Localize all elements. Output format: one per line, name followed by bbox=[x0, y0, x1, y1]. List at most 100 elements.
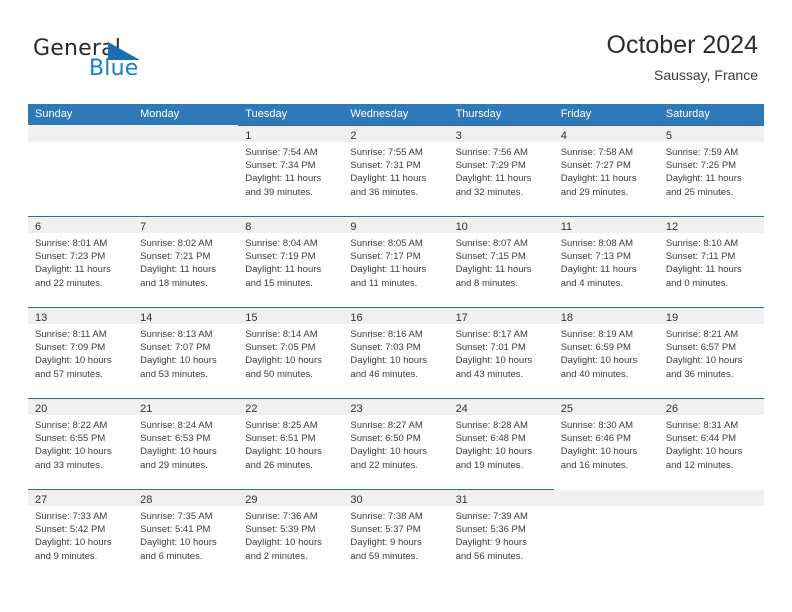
day-cell[interactable]: 26 Sunrise: 8:31 AM Sunset: 6:44 PM Dayligh… bbox=[658, 398, 764, 489]
day-cell[interactable]: 30 Sunrise: 7:38 AM Sunset: 5:37 PM Dayligh… bbox=[343, 489, 449, 580]
daylight-text-line2: and 11 minutes. bbox=[350, 277, 418, 289]
day-details: Sunrise: 8:05 AM Sunset: 7:17 PM Daylight:… bbox=[343, 233, 448, 290]
sunrise-text: Sunrise: 8:21 AM bbox=[665, 329, 739, 340]
day-cell[interactable]: 27 Sunrise: 7:33 AM Sunset: 5:42 PM Dayligh… bbox=[28, 489, 134, 580]
day-number-band: 23 bbox=[343, 399, 449, 415]
sunset-text: Sunset: 7:13 PM bbox=[560, 251, 631, 263]
day-cell[interactable]: 9 Sunrise: 8:05 AM Sunset: 7:17 PM Daylight… bbox=[343, 216, 449, 307]
day-details: Sunrise: 7:56 AM Sunset: 7:29 PM Daylight:… bbox=[449, 142, 554, 199]
general-blue-logo[interactable]: General Blue bbox=[33, 36, 203, 88]
day-cell[interactable]: 15 Sunrise: 8:14 AM Sunset: 7:05 PM Dayligh… bbox=[238, 307, 344, 398]
sunset-text: Sunset: 7:29 PM bbox=[455, 160, 526, 172]
weekday-header-sunday: Sunday bbox=[35, 108, 73, 120]
day-cell[interactable]: 28 Sunrise: 7:35 AM Sunset: 5:41 PM Dayligh… bbox=[133, 489, 239, 580]
sunrise-text: Sunrise: 8:31 AM bbox=[665, 420, 739, 431]
weekday-header-thursday: Thursday bbox=[455, 108, 502, 120]
day-cell[interactable]: 19 Sunrise: 8:21 AM Sunset: 6:57 PM Dayligh… bbox=[658, 307, 764, 398]
day-cell[interactable]: 4 Sunrise: 7:58 AM Sunset: 7:27 PM Daylight… bbox=[553, 125, 659, 216]
weekday-header-wednesday: Wednesday bbox=[350, 108, 409, 120]
daylight-text-line1: Daylight: 11 hours bbox=[350, 173, 427, 185]
daylight-text-line2: and 8 minutes. bbox=[455, 277, 518, 289]
day-number-band: 15 bbox=[238, 308, 344, 324]
day-cell[interactable]: 29 Sunrise: 7:36 AM Sunset: 5:39 PM Dayligh… bbox=[238, 489, 344, 580]
daylight-text-line2: and 18 minutes. bbox=[140, 277, 208, 289]
sunset-text: Sunset: 7:31 PM bbox=[350, 160, 421, 172]
calendar-week-row: 20 Sunrise: 8:22 AM Sunset: 6:55 PM Dayligh… bbox=[28, 398, 764, 489]
sunrise-text: Sunrise: 8:27 AM bbox=[350, 420, 423, 431]
daylight-text-line1: Daylight: 10 hours bbox=[455, 446, 533, 458]
day-cell-empty bbox=[28, 125, 134, 216]
daylight-text-line2: and 22 minutes. bbox=[35, 277, 103, 289]
day-number: 5 bbox=[665, 130, 672, 142]
day-cell[interactable]: 10 Sunrise: 8:07 AM Sunset: 7:15 PM Dayligh… bbox=[448, 216, 554, 307]
sunrise-text: Sunrise: 8:01 AM bbox=[35, 238, 108, 249]
day-number-band: 24 bbox=[448, 399, 554, 415]
day-cell[interactable]: 14 Sunrise: 8:13 AM Sunset: 7:07 PM Dayligh… bbox=[133, 307, 239, 398]
sunset-text: Sunset: 6:50 PM bbox=[350, 433, 421, 445]
day-details: Sunrise: 8:24 AM Sunset: 6:53 PM Daylight:… bbox=[133, 415, 238, 472]
daylight-text-line1: Daylight: 11 hours bbox=[455, 173, 532, 185]
day-number: 20 bbox=[35, 403, 48, 415]
sunrise-text: Sunrise: 8:13 AM bbox=[140, 329, 213, 340]
day-cell[interactable]: 5 Sunrise: 7:59 AM Sunset: 7:25 PM Daylight… bbox=[658, 125, 764, 216]
page-header: General Blue October 2024 Saussay, Franc… bbox=[0, 0, 792, 104]
day-number: 18 bbox=[560, 312, 573, 324]
day-cell[interactable]: 20 Sunrise: 8:22 AM Sunset: 6:55 PM Dayligh… bbox=[28, 398, 134, 489]
day-number-band bbox=[28, 126, 134, 142]
day-cell[interactable]: 16 Sunrise: 8:16 AM Sunset: 7:03 PM Dayligh… bbox=[343, 307, 449, 398]
sunrise-text: Sunrise: 7:56 AM bbox=[455, 147, 528, 158]
day-cell[interactable]: 22 Sunrise: 8:25 AM Sunset: 6:51 PM Dayligh… bbox=[238, 398, 344, 489]
day-number-band: 31 bbox=[448, 490, 554, 506]
sunrise-text: Sunrise: 8:10 AM bbox=[665, 238, 739, 249]
day-number-band: 25 bbox=[553, 399, 659, 415]
day-cell[interactable]: 11 Sunrise: 8:08 AM Sunset: 7:13 PM Dayligh… bbox=[553, 216, 659, 307]
day-cell[interactable]: 1 Sunrise: 7:54 AM Sunset: 7:34 PM Daylight… bbox=[238, 125, 344, 216]
sunrise-text: Sunrise: 7:55 AM bbox=[350, 147, 423, 158]
day-cell[interactable]: 17 Sunrise: 8:17 AM Sunset: 7:01 PM Dayligh… bbox=[448, 307, 554, 398]
calendar-week-row: 6 Sunrise: 8:01 AM Sunset: 7:23 PM Daylight… bbox=[28, 216, 764, 307]
day-cell-empty bbox=[133, 125, 239, 216]
day-cell[interactable]: 8 Sunrise: 8:04 AM Sunset: 7:19 PM Daylight… bbox=[238, 216, 344, 307]
day-details: Sunrise: 8:01 AM Sunset: 7:23 PM Daylight:… bbox=[28, 233, 133, 290]
day-number-band: 5 bbox=[658, 126, 764, 142]
sunrise-text: Sunrise: 8:05 AM bbox=[350, 238, 423, 249]
day-cell[interactable]: 25 Sunrise: 8:30 AM Sunset: 6:46 PM Dayligh… bbox=[553, 398, 659, 489]
day-number: 4 bbox=[560, 130, 567, 142]
day-cell[interactable]: 3 Sunrise: 7:56 AM Sunset: 7:29 PM Daylight… bbox=[448, 125, 554, 216]
sunrise-text: Sunrise: 8:16 AM bbox=[350, 329, 423, 340]
daylight-text-line1: Daylight: 10 hours bbox=[245, 355, 322, 367]
day-details: Sunrise: 8:17 AM Sunset: 7:01 PM Daylight:… bbox=[449, 324, 554, 381]
day-details: Sunrise: 7:35 AM Sunset: 5:41 PM Daylight:… bbox=[133, 506, 238, 563]
day-cell[interactable]: 24 Sunrise: 8:28 AM Sunset: 6:48 PM Dayligh… bbox=[448, 398, 554, 489]
daylight-text-line2: and 0 minutes. bbox=[665, 277, 729, 289]
day-number: 8 bbox=[245, 221, 252, 233]
sunset-text: Sunset: 6:51 PM bbox=[245, 433, 316, 445]
day-cell[interactable]: 31 Sunrise: 7:39 AM Sunset: 5:36 PM Dayligh… bbox=[448, 489, 554, 580]
day-number: 21 bbox=[140, 403, 153, 415]
sunrise-text: Sunrise: 7:38 AM bbox=[350, 511, 423, 522]
daylight-text-line1: Daylight: 11 hours bbox=[665, 264, 742, 276]
daylight-text-line2: and 9 minutes. bbox=[35, 550, 98, 562]
day-details: Sunrise: 8:30 AM Sunset: 6:46 PM Daylight:… bbox=[554, 415, 659, 472]
day-cell[interactable]: 6 Sunrise: 8:01 AM Sunset: 7:23 PM Daylight… bbox=[28, 216, 134, 307]
day-cell[interactable]: 18 Sunrise: 8:19 AM Sunset: 6:59 PM Dayligh… bbox=[553, 307, 659, 398]
day-number-band: 16 bbox=[343, 308, 449, 324]
weekday-header-tuesday: Tuesday bbox=[245, 108, 288, 120]
sunset-text: Sunset: 6:48 PM bbox=[455, 433, 526, 445]
day-number-band: 4 bbox=[553, 126, 659, 142]
day-cell[interactable]: 7 Sunrise: 8:02 AM Sunset: 7:21 PM Daylight… bbox=[133, 216, 239, 307]
daylight-text-line1: Daylight: 11 hours bbox=[560, 264, 637, 276]
daylight-text-line2: and 29 minutes. bbox=[140, 459, 208, 471]
daylight-text-line1: Daylight: 10 hours bbox=[350, 446, 427, 458]
day-number: 17 bbox=[455, 312, 468, 324]
day-cell[interactable]: 21 Sunrise: 8:24 AM Sunset: 6:53 PM Dayligh… bbox=[133, 398, 239, 489]
day-cell[interactable]: 2 Sunrise: 7:55 AM Sunset: 7:31 PM Daylight… bbox=[343, 125, 449, 216]
day-cell[interactable]: 23 Sunrise: 8:27 AM Sunset: 6:50 PM Dayligh… bbox=[343, 398, 449, 489]
day-cell[interactable]: 12 Sunrise: 8:10 AM Sunset: 7:11 PM Dayligh… bbox=[658, 216, 764, 307]
day-details: Sunrise: 7:59 AM Sunset: 7:25 PM Daylight:… bbox=[659, 142, 764, 199]
sunrise-text: Sunrise: 8:28 AM bbox=[455, 420, 528, 431]
day-cell[interactable]: 13 Sunrise: 8:11 AM Sunset: 7:09 PM Dayligh… bbox=[28, 307, 134, 398]
day-number-band: 14 bbox=[133, 308, 239, 324]
daylight-text-line1: Daylight: 10 hours bbox=[455, 355, 533, 367]
day-details: Sunrise: 8:13 AM Sunset: 7:07 PM Daylight:… bbox=[133, 324, 238, 381]
